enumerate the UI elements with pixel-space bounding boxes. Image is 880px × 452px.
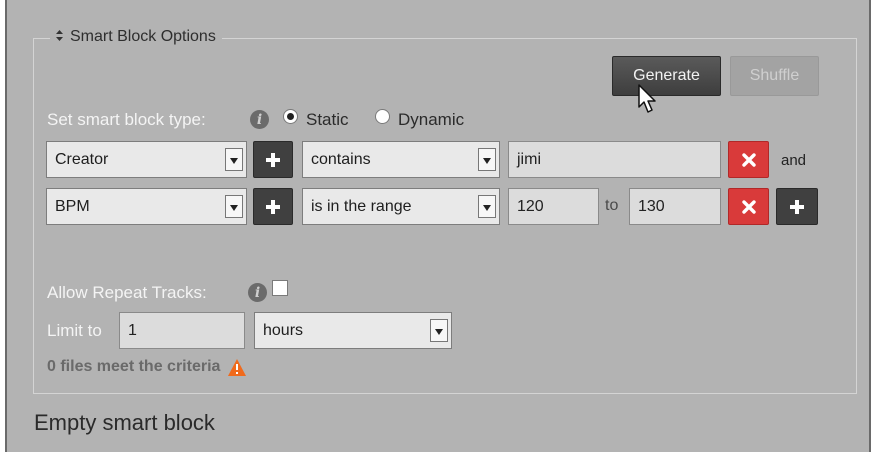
criteria-field-select[interactable]: Creator — [46, 141, 247, 178]
legend-title: Smart Block Options — [70, 28, 216, 45]
smart-block-options-legend[interactable]: Smart Block Options — [50, 28, 222, 46]
criteria-field-select[interactable]: BPM — [46, 188, 247, 225]
warning-icon — [228, 358, 247, 376]
limit-label: Limit to — [47, 321, 102, 340]
radio-dynamic[interactable] — [375, 109, 390, 124]
limit-unit-value: hours — [263, 321, 304, 339]
remove-criteria-button[interactable] — [728, 141, 769, 178]
criteria-field-value: BPM — [55, 197, 90, 215]
generate-button[interactable]: Generate — [612, 56, 721, 96]
chevron-down-icon — [478, 195, 496, 218]
add-modifier-button[interactable] — [253, 188, 293, 225]
criteria-status-text: 0 files meet the criteria — [47, 358, 221, 375]
criteria-status: 0 files meet the criteria — [47, 358, 247, 376]
shuffle-button[interactable]: Shuffle — [730, 56, 819, 96]
plus-icon — [266, 199, 280, 214]
radio-static[interactable] — [283, 109, 298, 124]
and-connector: and — [781, 152, 807, 169]
close-icon — [741, 152, 756, 167]
criteria-operator-select[interactable]: contains — [302, 141, 500, 178]
limit-unit-select[interactable]: hours — [254, 312, 452, 349]
criteria-operator-value: is in the range — [311, 197, 412, 215]
range-from-input[interactable]: 120 — [508, 188, 599, 225]
info-icon[interactable]: i — [250, 110, 269, 129]
add-criteria-button[interactable] — [776, 188, 818, 225]
chevron-down-icon — [225, 148, 243, 171]
limit-value-input[interactable]: 1 — [119, 312, 245, 349]
radio-static-label: Static — [306, 110, 349, 129]
plus-icon — [790, 199, 804, 214]
range-to-label: to — [605, 197, 619, 214]
smart-block-type-label: Set smart block type: — [47, 110, 206, 129]
chevron-down-icon — [478, 148, 496, 171]
chevron-down-icon — [430, 319, 448, 342]
allow-repeat-label: Allow Repeat Tracks: — [47, 283, 207, 302]
criteria-operator-value: contains — [311, 150, 371, 168]
criteria-field-value: Creator — [55, 150, 109, 168]
criteria-value-input[interactable]: jimi — [508, 141, 721, 178]
remove-criteria-button[interactable] — [728, 188, 769, 225]
plus-icon — [266, 152, 280, 167]
radio-dynamic-label: Dynamic — [398, 110, 465, 129]
sort-arrows-icon — [56, 30, 63, 44]
info-icon[interactable]: i — [248, 283, 267, 302]
allow-repeat-checkbox[interactable] — [272, 280, 288, 296]
range-to-input[interactable]: 130 — [629, 188, 721, 225]
empty-smart-block-title: Empty smart block — [34, 410, 215, 435]
close-icon — [741, 199, 756, 214]
criteria-operator-select[interactable]: is in the range — [302, 188, 500, 225]
add-modifier-button[interactable] — [253, 141, 293, 178]
chevron-down-icon — [225, 195, 243, 218]
mouse-pointer-icon — [638, 84, 656, 113]
